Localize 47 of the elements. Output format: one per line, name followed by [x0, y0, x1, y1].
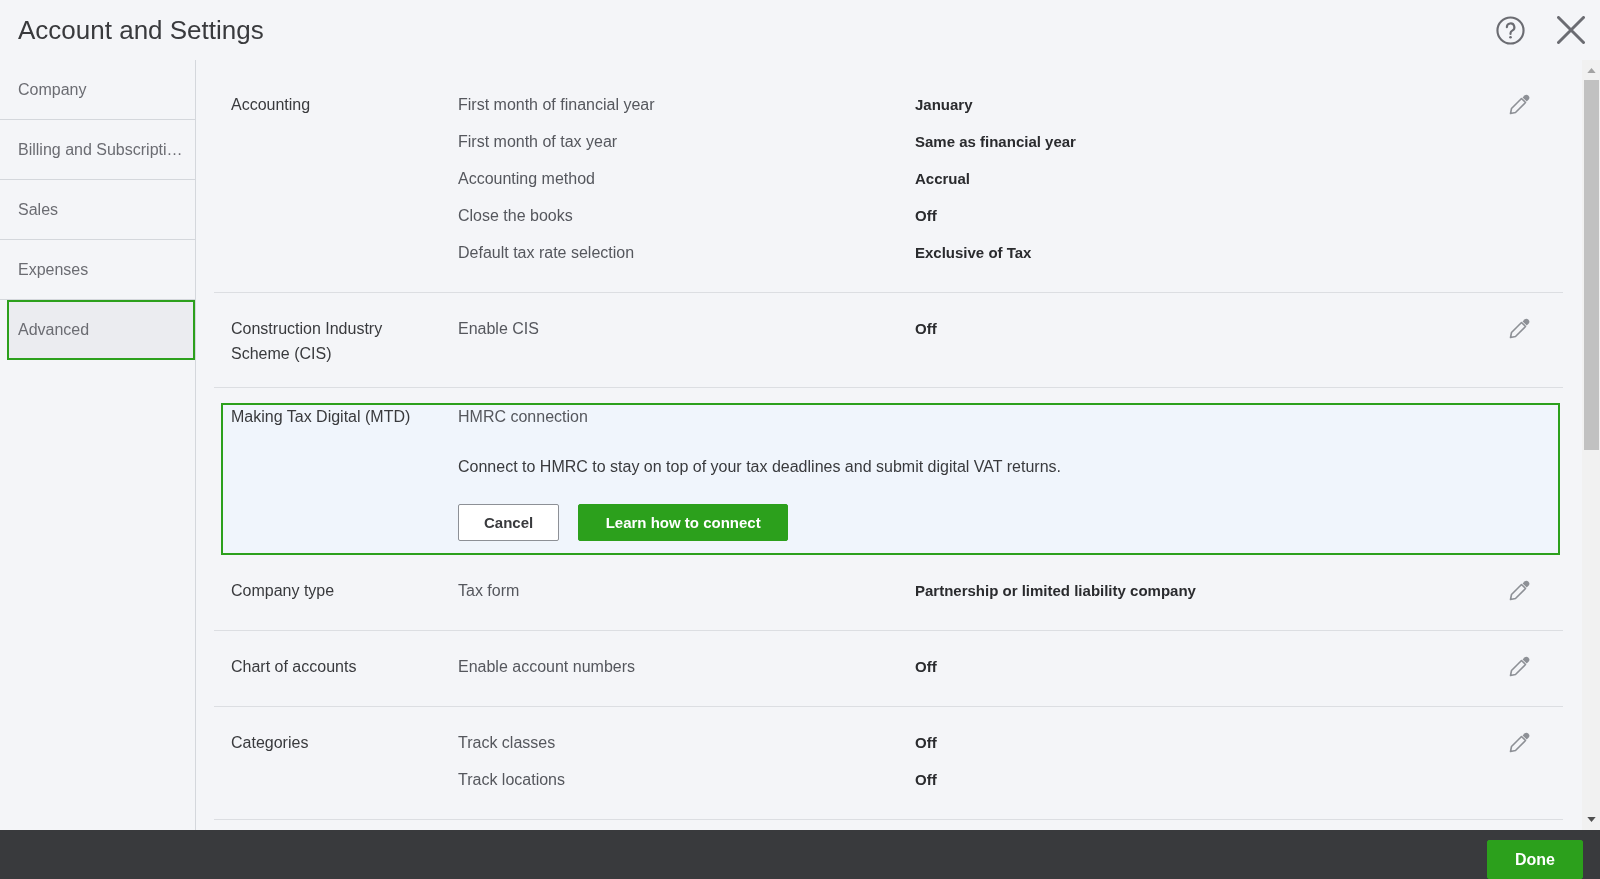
setting-value: Off: [915, 733, 938, 753]
section-title: Chart of accounts: [231, 657, 358, 677]
setting-value: Partnership or limited liability company: [915, 581, 1197, 601]
sidebar-item[interactable]: Sales: [0, 180, 195, 240]
scrollbar-thumb[interactable]: [1583, 80, 1599, 450]
scroll-up-arrow-icon[interactable]: [1586, 68, 1596, 73]
sidebar-item[interactable]: Advanced: [7, 300, 195, 360]
pencil-icon[interactable]: [1508, 580, 1530, 601]
setting-value: Exclusive of Tax: [915, 243, 1033, 263]
setting-value: Same as financial year: [915, 132, 1077, 152]
setting-label: Enable account numbers: [458, 657, 636, 677]
setting-label: Track locations: [458, 770, 566, 790]
sidebar-item[interactable]: Company: [0, 60, 195, 120]
section-title: Company type: [231, 581, 336, 601]
setting-label: Enable CIS: [458, 319, 540, 339]
pencil-icon[interactable]: [1508, 656, 1530, 677]
message-text: Connect to HMRC to stay on top of your tax deadlines and submit digital VAT returns.: [458, 457, 1062, 477]
setting-label: Track classes: [458, 733, 557, 753]
pencil-icon[interactable]: [1508, 318, 1530, 339]
section-title: Construction Industry Scheme (CIS): [231, 319, 384, 364]
primary-button[interactable]: Learn how to connect: [578, 504, 789, 541]
setting-label: Close the books: [458, 206, 574, 226]
pencil-icon[interactable]: [1508, 732, 1530, 753]
setting-value: Off: [915, 319, 938, 339]
setting-label: Default tax rate selection: [458, 243, 636, 263]
section-title: Making Tax Digital (MTD): [231, 407, 412, 427]
done-button[interactable]: Done: [1487, 840, 1583, 879]
sidebar-item[interactable]: Billing and Subscripti…: [0, 120, 195, 180]
pencil-icon[interactable]: [1508, 94, 1530, 115]
section-title: Accounting: [231, 95, 312, 115]
setting-value: January: [915, 95, 974, 115]
scroll-down-arrow-icon[interactable]: [1586, 817, 1596, 822]
setting-value: Off: [915, 770, 938, 790]
setting-label: First month of financial year: [458, 95, 656, 115]
secondary-button[interactable]: Cancel: [458, 504, 560, 541]
setting-label: Accounting method: [458, 169, 596, 189]
setting-value: Off: [915, 206, 938, 226]
window-title: Account and Settings: [18, 14, 264, 46]
setting-value: Accrual: [915, 169, 972, 189]
setting-value: Off: [915, 657, 938, 677]
setting-label: First month of tax year: [458, 132, 619, 152]
section-title: Categories: [231, 733, 310, 753]
setting-label: HMRC connection: [458, 407, 589, 427]
help-icon[interactable]: [1496, 15, 1525, 45]
scrollbar[interactable]: [1582, 60, 1600, 830]
close-icon[interactable]: [1557, 16, 1585, 44]
setting-label: Tax form: [458, 581, 521, 601]
